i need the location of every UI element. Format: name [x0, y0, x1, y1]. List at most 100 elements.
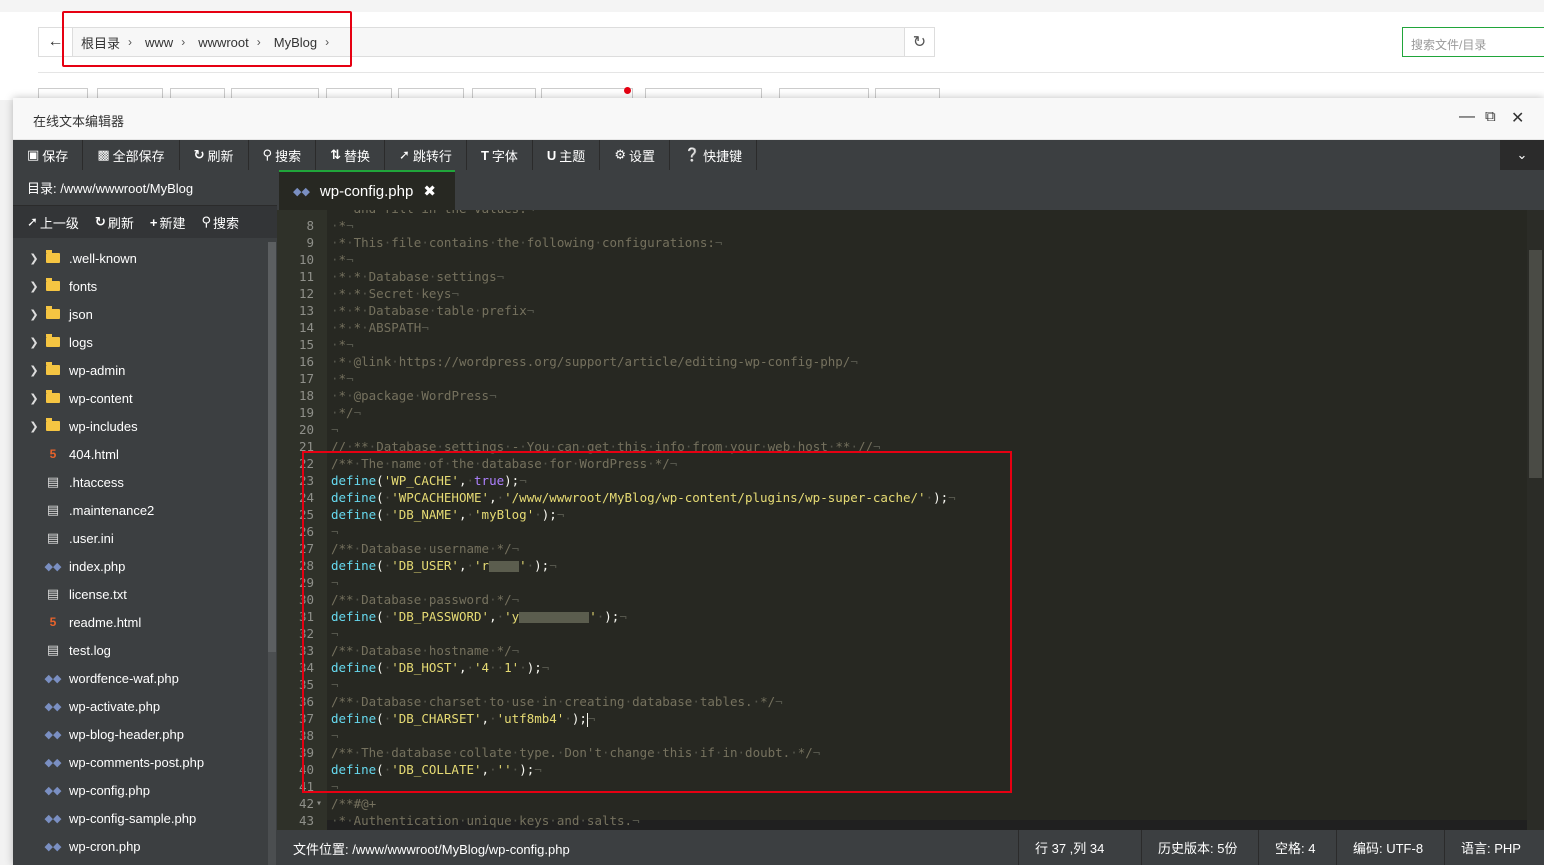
- scrollbar-thumb[interactable]: [268, 242, 276, 652]
- save-all-button[interactable]: ▩ 全部保存: [83, 140, 180, 170]
- highlight-box-db-config: [302, 451, 1012, 793]
- current-directory: 目录: /www/wwwroot/MyBlog: [13, 170, 277, 206]
- code-line[interactable]: 9 ·*·This·file·contains·the·following·con…: [277, 234, 1527, 251]
- text-file-icon: ▤: [46, 474, 60, 489]
- folder-item[interactable]: ❯ .well-known: [13, 244, 268, 272]
- refresh-icon: ↻: [912, 34, 927, 51]
- file-item[interactable]: ◆◆ wp-cron.php: [13, 832, 268, 860]
- code-line[interactable]: 11 ·*·*·Database·settings¬: [277, 268, 1527, 285]
- path-refresh-button[interactable]: ↻: [904, 28, 934, 56]
- up-level-button[interactable]: ➚ 上一级: [27, 213, 79, 232]
- status-encoding[interactable]: 编码: UTF-8: [1336, 830, 1439, 865]
- sidebar-scrollbar[interactable]: [268, 242, 276, 865]
- theme-button[interactable]: U 主题: [533, 140, 601, 170]
- file-item[interactable]: ◆◆ index.php: [13, 552, 268, 580]
- sidebar-tools: ➚ 上一级 ↻ 刷新 + 新建 ⚲ 搜索: [13, 206, 277, 238]
- code-text: ·*¬: [331, 218, 354, 233]
- search-button[interactable]: ⚲ 搜索: [249, 140, 317, 170]
- sidebar-search-button[interactable]: ⚲ 搜索: [201, 213, 239, 232]
- folder-item[interactable]: ❯ wp-content: [13, 384, 268, 412]
- code-line[interactable]: 8 ·*¬: [277, 217, 1527, 234]
- text-file-icon: ▤: [46, 642, 60, 657]
- code-line[interactable]: 16 ·*·@link·https://wordpress.org/support…: [277, 353, 1527, 370]
- file-item[interactable]: ◆◆ wp-comments-post.php: [13, 748, 268, 776]
- file-item[interactable]: ▤ test.log: [13, 636, 268, 664]
- file-name: .user.ini: [69, 530, 114, 546]
- file-item[interactable]: ▤ .maintenance2: [13, 496, 268, 524]
- maximize-icon[interactable]: ⧉: [1485, 108, 1496, 125]
- file-name: .htaccess: [69, 474, 124, 490]
- code-scrollbar[interactable]: [1527, 210, 1544, 830]
- minimize-icon[interactable]: —: [1459, 108, 1475, 126]
- file-item[interactable]: ◆◆ wp-activate.php: [13, 692, 268, 720]
- font-button[interactable]: T 字体: [467, 140, 533, 170]
- sidebar-refresh-button[interactable]: ↻ 刷新: [95, 213, 134, 232]
- folder-item[interactable]: ❯ wp-includes: [13, 412, 268, 440]
- file-item[interactable]: ▤ .htaccess: [13, 468, 268, 496]
- search-icon: ⚲: [201, 214, 211, 229]
- goto-line-button[interactable]: ➚ 跳转行: [385, 140, 467, 170]
- code-line[interactable]: 19 ·*/¬: [277, 404, 1527, 421]
- refresh-icon: ↻: [193, 147, 205, 162]
- file-name: wp-content: [69, 390, 133, 406]
- refresh-button[interactable]: ↻ 刷新: [180, 140, 249, 170]
- settings-button[interactable]: ⚙ 设置: [600, 140, 670, 170]
- help-icon: ❔: [683, 147, 701, 162]
- folder-icon: [45, 334, 61, 347]
- close-tab-icon[interactable]: ✖: [423, 182, 436, 200]
- status-bar: 文件位置: /www/wwwroot/MyBlog/wp-config.php …: [277, 830, 1544, 865]
- code-text: ·*/¬: [331, 405, 362, 420]
- code-line[interactable]: 13 ·*·*·Database·table·prefix¬: [277, 302, 1527, 319]
- code-line[interactable]: 18 ·*·@package·WordPress¬: [277, 387, 1527, 404]
- highlight-box-breadcrumb: [62, 11, 352, 67]
- chevron-right-icon: ❯: [29, 280, 39, 293]
- status-indent[interactable]: 空格: 4: [1258, 830, 1331, 865]
- folder-item[interactable]: ❯ logs: [13, 328, 268, 356]
- fold-icon[interactable]: ▾: [316, 795, 322, 812]
- code-line[interactable]: 20 ¬: [277, 421, 1527, 438]
- close-icon[interactable]: ✕: [1511, 108, 1524, 128]
- php-file-icon: ◆◆: [293, 185, 310, 198]
- file-item[interactable]: 5 404.html: [13, 440, 268, 468]
- folder-item[interactable]: ❯ fonts: [13, 272, 268, 300]
- status-history[interactable]: 历史版本: 5份: [1141, 830, 1253, 865]
- file-item[interactable]: 5 readme.html: [13, 608, 268, 636]
- chevron-right-icon: ❯: [29, 308, 39, 321]
- notification-dot: [624, 87, 631, 94]
- code-line[interactable]: 10 ·*¬: [277, 251, 1527, 268]
- save-button[interactable]: ▣ 保存: [13, 140, 84, 170]
- file-item[interactable]: ◆◆ wp-blog-header.php: [13, 720, 268, 748]
- code-text: ¬: [331, 422, 339, 437]
- folder-item[interactable]: ❯ wp-admin: [13, 356, 268, 384]
- chevron-right-icon: ❯: [29, 336, 39, 349]
- tab-wp-config[interactable]: ◆◆ wp-config.php ✖: [279, 170, 455, 210]
- php-file-icon: ◆◆: [44, 840, 62, 853]
- code-text: ·*·*·Database·table·prefix¬: [331, 303, 535, 318]
- file-name: wordfence-waf.php: [69, 670, 179, 686]
- shortcuts-button[interactable]: ❔ 快捷键: [670, 140, 758, 170]
- code-line[interactable]: 17 ·*¬: [277, 370, 1527, 387]
- code-line[interactable]: 15 ·*¬: [277, 336, 1527, 353]
- file-item[interactable]: ◆◆ wp-config.php: [13, 776, 268, 804]
- folder-item[interactable]: ❯ json: [13, 300, 268, 328]
- code-line[interactable]: 43 ·*·Authentication·unique·keys·and·salt…: [277, 812, 1527, 829]
- code-line[interactable]: 12 ·*·*·Secret·keys¬: [277, 285, 1527, 302]
- status-language[interactable]: 语言: PHP: [1444, 830, 1537, 865]
- scrollbar-thumb[interactable]: [1529, 250, 1542, 478]
- file-item[interactable]: ▤ license.txt: [13, 580, 268, 608]
- file-search-input[interactable]: 搜索文件/目录: [1402, 27, 1544, 57]
- new-file-button[interactable]: + 新建: [150, 213, 186, 232]
- code-line[interactable]: 14 ·*·*·ABSPATH¬: [277, 319, 1527, 336]
- line-number: 14: [298, 320, 314, 335]
- file-item[interactable]: ▤ .user.ini: [13, 524, 268, 552]
- status-cursor-position[interactable]: 行 37 ,列 34: [1018, 830, 1120, 865]
- toolbar-collapse-button[interactable]: ⌄: [1500, 140, 1544, 170]
- folder-icon: [45, 278, 61, 291]
- file-name: wp-includes: [69, 418, 138, 434]
- folder-icon: [45, 250, 61, 263]
- code-line[interactable]: ·*·and·fill·in·the·values.¬: [277, 210, 1527, 217]
- file-item[interactable]: ◆◆ wordfence-waf.php: [13, 664, 268, 692]
- code-line[interactable]: 42 ▾ /**#@+: [277, 795, 1527, 812]
- replace-button[interactable]: ⇅ 替换: [316, 140, 386, 170]
- file-item[interactable]: ◆◆ wp-config-sample.php: [13, 804, 268, 832]
